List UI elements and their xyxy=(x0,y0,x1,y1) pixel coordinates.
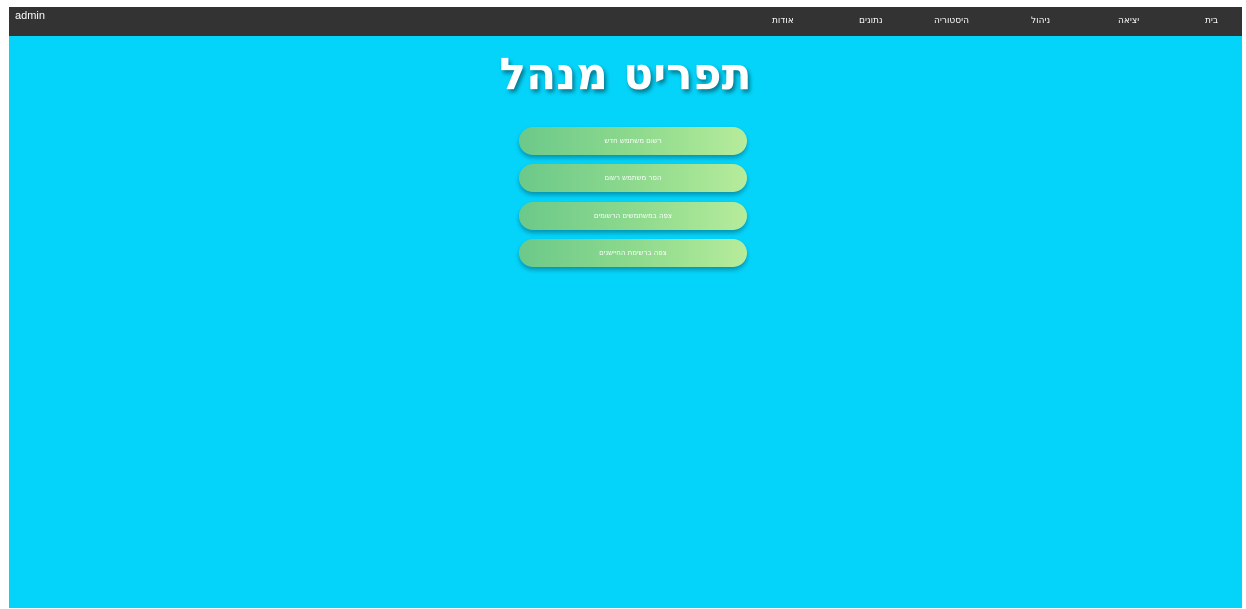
nav-home[interactable]: בית xyxy=(1205,16,1218,26)
view-registered-users-button[interactable]: צפה במשתמשים הרשומים xyxy=(519,202,747,230)
register-new-user-button[interactable]: רשום משתמש חדש xyxy=(519,127,747,155)
nav-admin[interactable]: ניהול xyxy=(1031,16,1050,26)
nav-about[interactable]: אודות xyxy=(772,16,794,26)
remove-registered-user-button[interactable]: הסר משתמש רשום xyxy=(519,164,747,192)
nav-logout[interactable]: יציאה xyxy=(1118,16,1139,26)
logged-in-user: admin xyxy=(15,10,45,22)
page-frame: admin אודות נתונים היסטוריה ניהול יציאה … xyxy=(9,7,1242,608)
nav-data[interactable]: נתונים xyxy=(859,16,883,26)
top-navbar: admin אודות נתונים היסטוריה ניהול יציאה … xyxy=(9,7,1242,36)
page-title: תפריט מנהל xyxy=(499,49,752,100)
nav-history[interactable]: היסטוריה xyxy=(934,16,969,26)
view-sensors-list-button[interactable]: צפה ברשימת החיישנים xyxy=(519,239,747,267)
